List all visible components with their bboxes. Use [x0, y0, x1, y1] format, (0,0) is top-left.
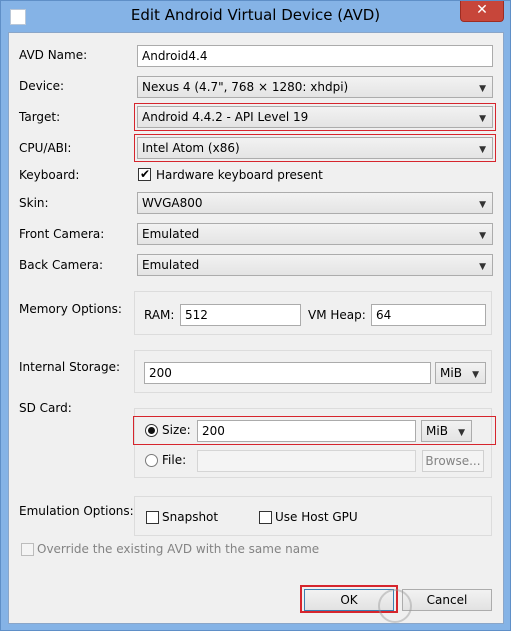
sd-card-label: SD Card: [19, 401, 72, 415]
vm-heap-input[interactable]: 64 [371, 304, 486, 326]
device-select[interactable]: Nexus 4 (4.7", 768 × 1280: xhdpi) ▼ [137, 76, 493, 98]
sd-file-radio[interactable] [145, 454, 158, 467]
window-title: Edit Android Virtual Device (AVD) [130, 6, 381, 24]
sd-size-input[interactable]: 200 [197, 420, 416, 442]
emulation-options-label: Emulation Options: [19, 504, 134, 518]
sd-size-radio[interactable] [145, 424, 158, 437]
keyboard-label: Keyboard: [19, 168, 80, 182]
chevron-down-icon: ▼ [458, 428, 465, 438]
internal-storage-input[interactable]: 200 [144, 362, 431, 384]
skin-select-value: WVGA800 [142, 196, 203, 210]
override-checkbox[interactable] [21, 543, 34, 556]
cpu-abi-label: CPU/ABI: [19, 141, 72, 155]
checkmark-icon: ✔ [140, 167, 151, 181]
use-host-gpu-checkbox[interactable] [259, 511, 272, 524]
use-host-gpu-label: Use Host GPU [275, 510, 358, 524]
emulation-options-group: Snapshot Use Host GPU [134, 496, 492, 536]
radio-selected-dot [148, 427, 155, 434]
chevron-down-icon: ▼ [479, 145, 486, 155]
sd-file-label: File: [162, 453, 187, 467]
device-select-value: Nexus 4 (4.7", 768 × 1280: xhdpi) [142, 80, 349, 94]
front-camera-label: Front Camera: [19, 227, 105, 241]
target-select-value: Android 4.4.2 - API Level 19 [142, 110, 309, 124]
ram-label: RAM: [144, 308, 175, 322]
internal-storage-unit-value: MiB [440, 366, 462, 380]
back-camera-label: Back Camera: [19, 258, 104, 272]
dialog-body: AVD Name: Android4.4 Device: Nexus 4 (4.… [8, 32, 504, 624]
chevron-down-icon: ▼ [479, 114, 486, 124]
front-camera-select-value: Emulated [142, 227, 200, 241]
device-label: Device: [19, 79, 65, 93]
memory-options-group: RAM: 512 VM Heap: 64 [134, 291, 492, 335]
browse-button[interactable]: Browse... [422, 450, 484, 472]
back-camera-select-value: Emulated [142, 258, 200, 272]
chevron-down-icon: ▼ [479, 231, 486, 241]
target-label: Target: [19, 110, 61, 124]
skin-select[interactable]: WVGA800 ▼ [137, 192, 493, 214]
title-bar[interactable]: Edit Android Virtual Device (AVD) ✕ [1, 1, 510, 32]
paw-icon [378, 589, 412, 623]
chevron-down-icon: ▼ [479, 84, 486, 94]
sd-size-unit-value: MiB [426, 424, 448, 438]
chevron-down-icon: ▼ [479, 200, 486, 210]
avd-name-input[interactable]: Android4.4 [137, 45, 493, 67]
ram-input[interactable]: 512 [180, 304, 301, 326]
hardware-keyboard-label: Hardware keyboard present [156, 168, 323, 182]
close-button[interactable]: ✕ [460, 1, 504, 22]
internal-storage-label: Internal Storage: [19, 360, 121, 374]
sd-size-unit-select[interactable]: MiB ▼ [421, 420, 472, 442]
cpu-abi-select[interactable]: Intel Atom (x86) ▼ [137, 137, 493, 159]
snapshot-label: Snapshot [162, 510, 219, 524]
front-camera-select[interactable]: Emulated ▼ [137, 223, 493, 245]
override-label: Override the existing AVD with the same … [37, 542, 320, 556]
watermark-logo [378, 585, 511, 629]
hardware-keyboard-checkbox[interactable]: ✔ [138, 167, 151, 181]
chevron-down-icon: ▼ [472, 370, 479, 380]
sd-file-input[interactable] [197, 450, 416, 472]
skin-label: Skin: [19, 196, 49, 210]
sd-size-label: Size: [162, 423, 191, 437]
dialog-window: Edit Android Virtual Device (AVD) ✕ AVD … [0, 0, 511, 631]
snapshot-checkbox[interactable] [146, 511, 159, 524]
vm-heap-label: VM Heap: [308, 308, 366, 322]
cpu-abi-select-value: Intel Atom (x86) [142, 141, 240, 155]
back-camera-select[interactable]: Emulated ▼ [137, 254, 493, 276]
internal-storage-unit-select[interactable]: MiB ▼ [435, 362, 486, 384]
internal-storage-group: 200 MiB ▼ [134, 350, 492, 393]
memory-options-label: Memory Options: [19, 302, 122, 316]
target-select[interactable]: Android 4.4.2 - API Level 19 ▼ [137, 106, 493, 128]
avd-name-label: AVD Name: [19, 48, 88, 62]
chevron-down-icon: ▼ [479, 262, 486, 272]
